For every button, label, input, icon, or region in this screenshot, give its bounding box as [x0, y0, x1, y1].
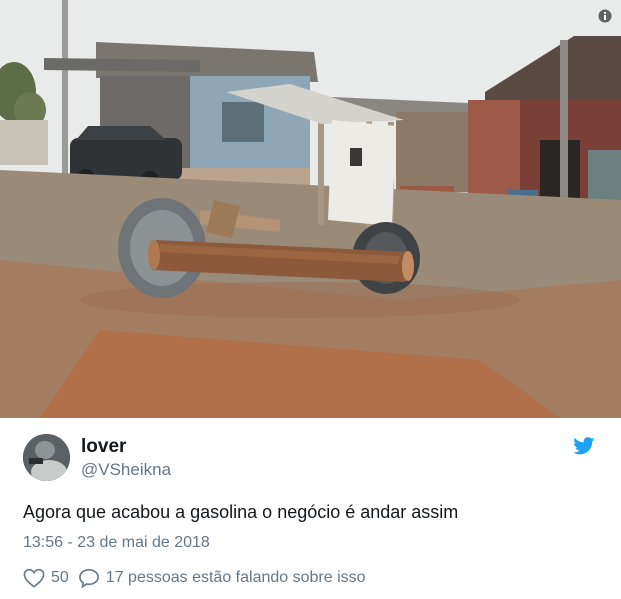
reply-button[interactable]: 17 pessoas estão falando sobre isso [78, 568, 366, 588]
avatar[interactable] [23, 434, 70, 481]
avatar-image [23, 434, 70, 481]
speech-bubble-icon [78, 568, 99, 588]
like-button[interactable]: 50 [23, 568, 69, 588]
tweet-actions: 50 17 pessoas estão falando sobre isso [23, 566, 366, 590]
heart-icon [23, 568, 45, 588]
tweet-author: lover @VSheikna [23, 434, 601, 484]
author-name[interactable]: lover [81, 436, 126, 458]
info-icon[interactable] [598, 9, 612, 23]
like-count: 50 [51, 569, 69, 586]
twitter-bird-icon[interactable] [573, 437, 595, 455]
photo-scene [0, 0, 621, 418]
tweet-text: Agora que acabou a gasolina o negócio é … [23, 502, 459, 522]
author-handle[interactable]: @VSheikna [81, 460, 171, 480]
tweet-media-photo[interactable] [0, 0, 621, 418]
reply-text: 17 pessoas estão falando sobre isso [105, 569, 366, 586]
tweet-timestamp[interactable]: 13:56 - 23 de mai de 2018 [23, 534, 210, 552]
